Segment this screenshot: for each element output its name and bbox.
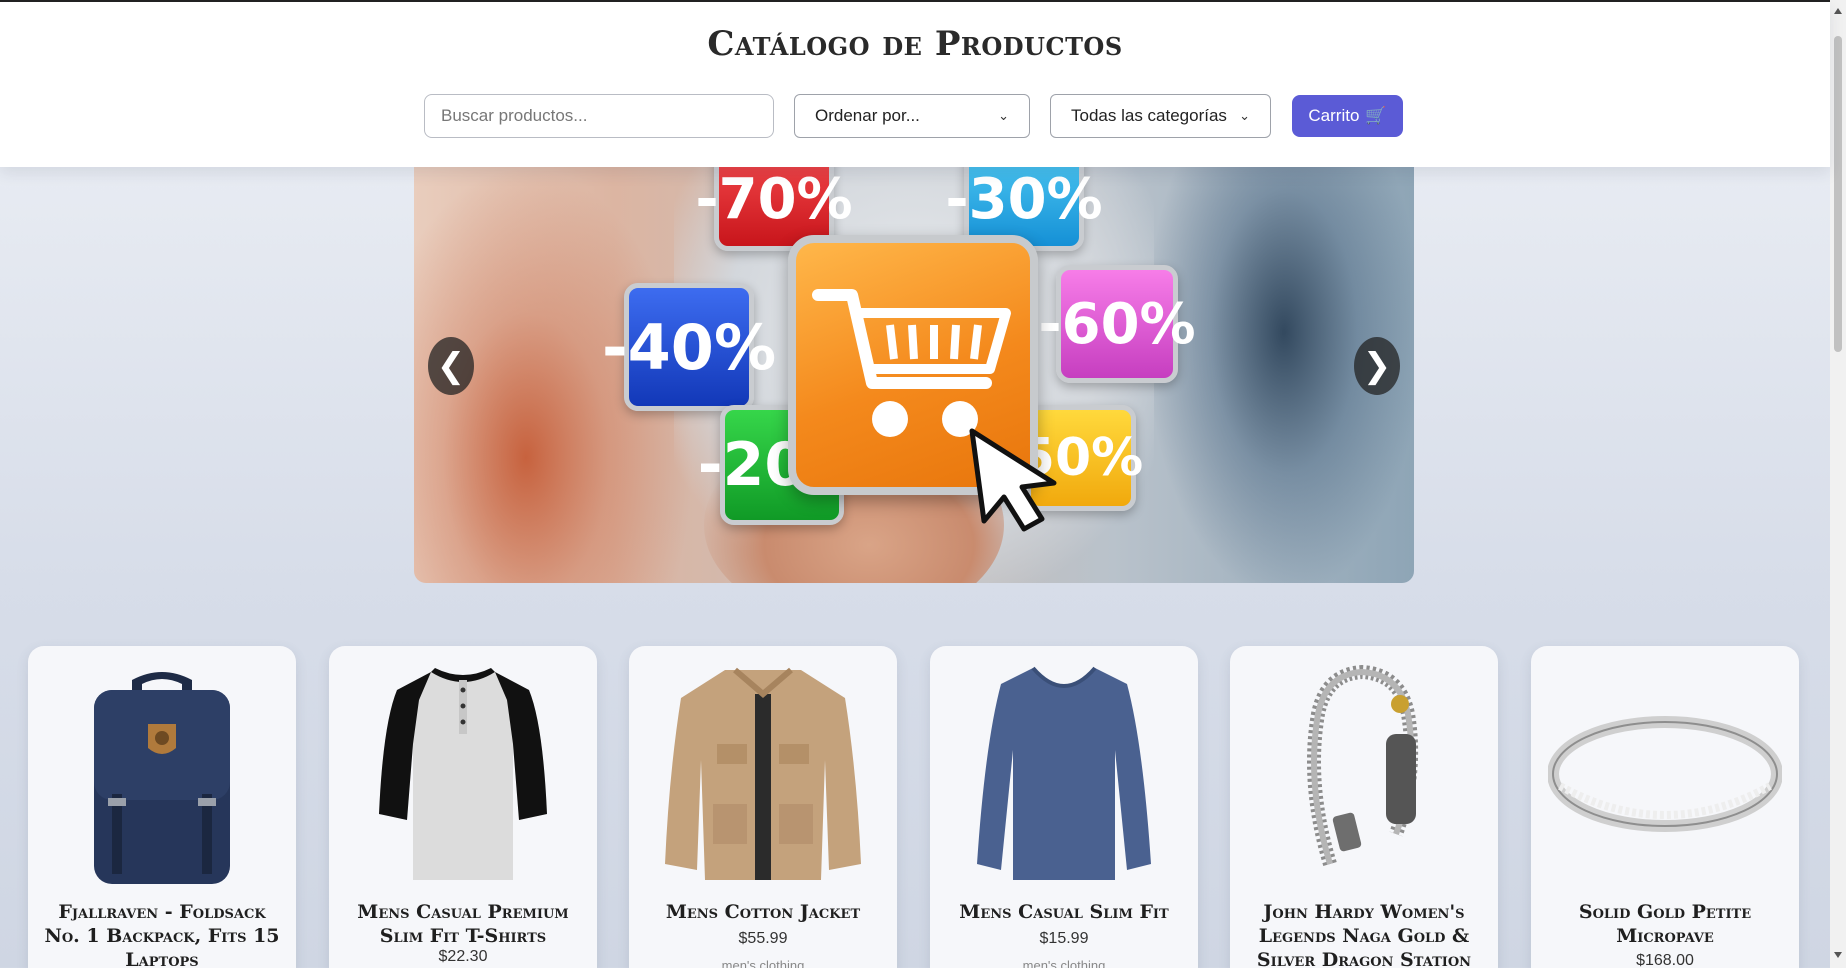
longsleeve-image [977,666,1151,880]
product-price: $168.00 [1636,952,1694,968]
product-category: men's clothing [1022,958,1106,968]
discount-tile-40: -40% [602,283,776,411]
product-image [329,664,597,884]
product-title: Solid Gold Petite Micropave [1578,901,1752,947]
discount-40-label: -40% [601,310,777,384]
tshirt-image [379,668,547,880]
product-card[interactable]: Fjallraven - Foldsack No. 1 Backpack, Fi… [28,646,296,968]
product-price: $22.30 [438,948,488,965]
product-title: Mens Casual Slim Fit [959,901,1169,923]
product-image [629,664,897,884]
product-title: Mens Cotton Jacket [665,901,861,923]
product-image [1531,664,1799,884]
category-select-label: Todas las categorías [1071,106,1227,125]
discount-70-label: -70% [695,166,853,232]
sort-select-label: Ordenar por... [815,106,920,125]
product-card[interactable]: Mens Casual Premium Slim Fit T-Shirts $2… [329,646,597,968]
product-price: $15.99 [1039,930,1089,947]
scrollbar-thumb[interactable] [1834,36,1842,352]
scroll-down-icon[interactable] [1834,952,1842,958]
product-card[interactable]: John Hardy Women's Legends Naga Gold & S… [1230,646,1498,968]
scroll-up-icon[interactable] [1834,8,1842,14]
promo-carousel: -70% -30% -40% -60% -20% 50% ❮ ❯ [414,165,1414,583]
product-card[interactable]: Mens Casual Slim Fit $15.99 men's clothi… [930,646,1198,968]
bracelet-image [1307,664,1419,867]
mouse-cursor-icon [969,428,1057,532]
discount-30-label: -30% [945,166,1103,232]
cart-icon: 🛒 [1365,106,1387,125]
sort-select[interactable]: Ordenar por... ⌄ [794,94,1030,138]
product-category: men's clothing [721,958,805,968]
chevron-down-icon: ⌄ [998,108,1009,123]
discount-tile-60: -60% [1038,265,1196,383]
product-image [28,664,296,884]
vertical-scrollbar[interactable] [1830,0,1846,968]
search-input[interactable] [424,94,774,138]
chevron-down-icon: ⌄ [1239,108,1250,123]
ring-image [1548,716,1782,832]
page-header: Catálogo de Productos Ordenar por... ⌄ T… [0,2,1830,167]
cart-button-label: Carrito [1308,106,1360,125]
product-image [1230,664,1498,884]
carousel-next-button[interactable]: ❯ [1354,337,1400,395]
product-card[interactable]: Mens Cotton Jacket $55.99 men's clothing [629,646,897,968]
product-title: Fjallraven - Foldsack No. 1 Backpack, Fi… [44,901,280,968]
discount-60-label: -60% [1038,291,1196,357]
product-price: $55.99 [738,930,788,947]
product-title: John Hardy Women's Legends Naga Gold & S… [1256,901,1472,968]
backpack-image [94,672,230,884]
product-title: Mens Casual Premium Slim Fit T-Shirts [357,901,569,947]
product-card[interactable]: Solid Gold Petite Micropave $168.00 [1531,646,1799,968]
product-image [930,664,1198,884]
jacket-image [665,667,861,880]
cart-button[interactable]: Carrito 🛒 [1292,95,1403,137]
page-title: Catálogo de Productos [707,24,1123,64]
category-select[interactable]: Todas las categorías ⌄ [1050,94,1271,138]
carousel-prev-button[interactable]: ❮ [428,337,474,395]
